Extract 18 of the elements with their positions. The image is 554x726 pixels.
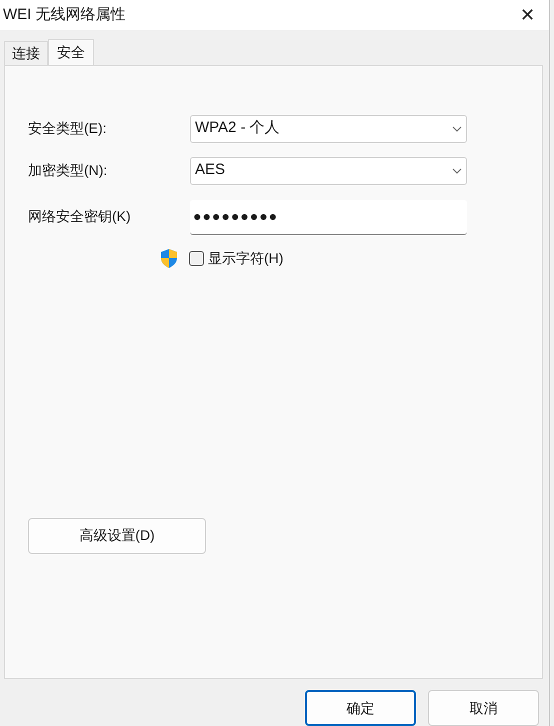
chevron-down-icon [452, 168, 462, 174]
advanced-settings-button[interactable]: 高级设置(D) [28, 518, 206, 554]
field-label: 网络安全密钥(K) [28, 206, 132, 226]
tab[interactable]: 连接 [4, 40, 48, 65]
password-field[interactable]: ●●●●●●●●● [190, 200, 467, 235]
close-button[interactable]: ✕ [520, 6, 535, 24]
dialog-button[interactable]: 确定 [305, 690, 416, 726]
tab[interactable]: 安全 [48, 38, 94, 66]
chevron-down-icon [452, 126, 462, 132]
dialog-button[interactable]: 取消 [428, 690, 539, 726]
field-label: 安全类型(E): [28, 119, 108, 138]
checkbox[interactable] [189, 250, 204, 266]
checkbox-label: 显示字符(H) [208, 248, 284, 268]
dropdown[interactable]: WPA2 - 个人 [190, 114, 467, 143]
field-label: 加密类型(N): [28, 161, 108, 180]
window-title: WEI 无线网络属性 [3, 4, 126, 25]
shield-icon [160, 248, 178, 268]
dropdown[interactable]: AES [190, 156, 467, 185]
